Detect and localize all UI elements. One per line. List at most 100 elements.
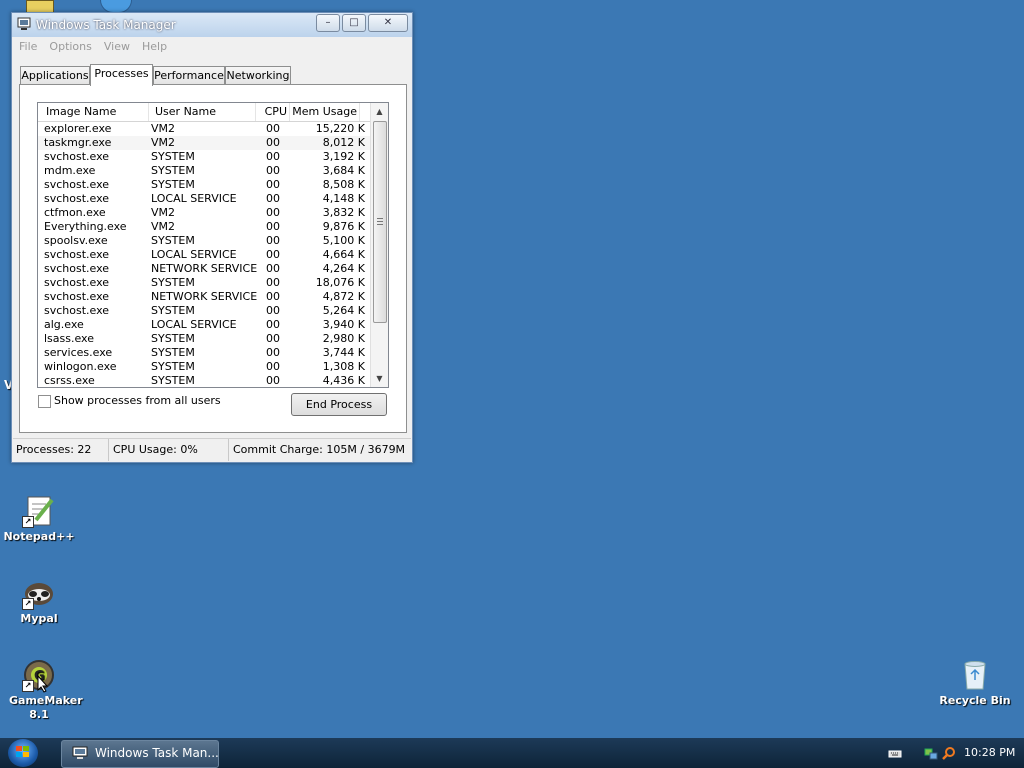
column-cpu[interactable]: CPU: [255, 103, 290, 121]
process-mem-usage: 3,192 K: [322, 150, 365, 163]
table-row[interactable]: services.exe SYSTEM 00 3,744 K: [38, 346, 371, 360]
table-row[interactable]: svchost.exe SYSTEM 00 8,508 K: [38, 178, 371, 192]
process-cpu: 00: [266, 234, 280, 247]
tab-networking[interactable]: Networking: [225, 66, 291, 85]
table-row[interactable]: svchost.exe LOCAL SERVICE 00 4,664 K: [38, 248, 371, 262]
process-mem-usage: 18,076 K: [315, 276, 365, 289]
menu-bar: File Options View Help: [13, 37, 411, 57]
process-cpu: 00: [266, 346, 280, 359]
process-cpu: 00: [266, 304, 280, 317]
show-all-users-label[interactable]: Show processes from all users: [54, 394, 221, 407]
process-user-name: VM2: [151, 206, 176, 219]
desktop-icon-notepadpp[interactable]: ↗ Notepad++: [1, 494, 77, 544]
taskbar-button-task-manager[interactable]: Windows Task Man...: [61, 740, 219, 768]
process-rows: explorer.exe VM2 00 15,220 K taskmgr.exe VM2 0…: [38, 122, 371, 387]
process-mem-usage: 4,264 K: [322, 262, 365, 275]
process-image-name: winlogon.exe: [44, 360, 117, 373]
process-image-name: svchost.exe: [44, 290, 110, 303]
process-user-name: SYSTEM: [151, 374, 195, 387]
process-mem-usage: 9,876 K: [322, 220, 365, 233]
process-user-name: SYSTEM: [151, 346, 195, 359]
process-image-name: ctfmon.exe: [44, 206, 106, 219]
process-cpu: 00: [266, 150, 280, 163]
process-mem-usage: 4,664 K: [322, 248, 365, 261]
table-row[interactable]: mdm.exe SYSTEM 00 3,684 K: [38, 164, 371, 178]
process-image-name: Everything.exe: [44, 220, 127, 233]
table-row[interactable]: svchost.exe SYSTEM 00 18,076 K: [38, 276, 371, 290]
desktop-icon-recycle-bin[interactable]: Recycle Bin: [937, 658, 1013, 708]
scrollbar-thumb[interactable]: [373, 121, 387, 323]
process-cpu: 00: [266, 332, 280, 345]
process-mem-usage: 5,100 K: [322, 234, 365, 247]
desktop-icon-mypal[interactable]: ↗ Mypal: [1, 576, 77, 626]
column-user-name[interactable]: User Name: [148, 103, 256, 121]
tab-performance[interactable]: Performance: [153, 66, 225, 85]
process-user-name: LOCAL SERVICE: [151, 248, 237, 261]
table-row[interactable]: svchost.exe SYSTEM 00 5,264 K: [38, 304, 371, 318]
shortcut-arrow-icon: ↗: [22, 598, 34, 610]
process-mem-usage: 3,832 K: [322, 206, 365, 219]
process-user-name: SYSTEM: [151, 234, 195, 247]
end-process-button[interactable]: End Process: [291, 393, 387, 416]
status-bar: Processes: 22 CPU Usage: 0% Commit Charg…: [13, 438, 411, 461]
process-mem-usage: 1,308 K: [322, 360, 365, 373]
window-title: Windows Task Manager: [36, 18, 176, 32]
table-row[interactable]: Everything.exe VM2 00 9,876 K: [38, 220, 371, 234]
tab-processes[interactable]: Processes: [90, 64, 153, 86]
tab-applications[interactable]: Applications: [20, 66, 90, 85]
menu-file[interactable]: File: [13, 37, 43, 53]
scroll-down-arrow-icon[interactable]: ▼: [371, 370, 388, 387]
process-image-name: lsass.exe: [44, 332, 94, 345]
table-row[interactable]: lsass.exe SYSTEM 00 2,980 K: [38, 332, 371, 346]
process-user-name: SYSTEM: [151, 150, 195, 163]
maximize-button[interactable]: □: [342, 14, 366, 32]
process-user-name: NETWORK SERVICE: [151, 262, 258, 275]
table-row[interactable]: taskmgr.exe VM2 00 8,012 K: [38, 136, 371, 150]
process-list-scrollbar[interactable]: ▲ ▼: [370, 103, 388, 387]
close-button[interactable]: ✕: [368, 14, 408, 32]
process-user-name: NETWORK SERVICE: [151, 290, 258, 303]
process-mem-usage: 3,684 K: [322, 164, 365, 177]
table-row[interactable]: explorer.exe VM2 00 15,220 K: [38, 122, 371, 136]
network-icon[interactable]: [924, 746, 938, 760]
start-button[interactable]: [8, 739, 38, 767]
table-row[interactable]: csrss.exe SYSTEM 00 4,436 K: [38, 374, 371, 387]
status-cpu-usage: CPU Usage: 0%: [110, 439, 229, 461]
title-bar[interactable]: Windows Task Manager – □ ✕: [12, 13, 412, 37]
table-row[interactable]: svchost.exe NETWORK SERVICE 00 4,872 K: [38, 290, 371, 304]
minimize-button[interactable]: –: [316, 14, 340, 32]
process-image-name: svchost.exe: [44, 178, 110, 191]
desktop-icon-label: Recycle Bin: [939, 694, 1011, 707]
taskbar-clock[interactable]: 10:28 PM: [964, 746, 1015, 759]
table-row[interactable]: winlogon.exe SYSTEM 00 1,308 K: [38, 360, 371, 374]
menu-help[interactable]: Help: [136, 37, 173, 53]
process-image-name: svchost.exe: [44, 192, 110, 205]
process-list[interactable]: Image Name User Name CPU Mem Usage explo…: [37, 102, 389, 388]
process-cpu: 00: [266, 374, 280, 387]
table-row[interactable]: spoolsv.exe SYSTEM 00 5,100 K: [38, 234, 371, 248]
process-cpu: 00: [266, 276, 280, 289]
column-image-name[interactable]: Image Name: [38, 103, 149, 121]
search-icon[interactable]: [942, 746, 956, 760]
table-row[interactable]: svchost.exe LOCAL SERVICE 00 4,148 K: [38, 192, 371, 206]
mouse-cursor-icon: [37, 674, 49, 696]
column-mem-usage[interactable]: Mem Usage: [289, 103, 360, 121]
table-row[interactable]: svchost.exe SYSTEM 00 3,192 K: [38, 150, 371, 164]
process-user-name: SYSTEM: [151, 304, 195, 317]
table-row[interactable]: ctfmon.exe VM2 00 3,832 K: [38, 206, 371, 220]
process-cpu: 00: [266, 360, 280, 373]
table-row[interactable]: svchost.exe NETWORK SERVICE 00 4,264 K: [38, 262, 371, 276]
scroll-up-arrow-icon[interactable]: ▲: [371, 103, 388, 120]
process-mem-usage: 2,980 K: [322, 332, 365, 345]
process-image-name: spoolsv.exe: [44, 234, 108, 247]
task-manager-icon: [72, 746, 88, 759]
keyboard-icon[interactable]: [888, 746, 902, 760]
checkbox-box[interactable]: [38, 395, 51, 408]
menu-options[interactable]: Options: [43, 37, 97, 53]
task-manager-window[interactable]: Windows Task Manager – □ ✕ File Options Vi…: [11, 12, 413, 463]
process-user-name: LOCAL SERVICE: [151, 192, 237, 205]
table-row[interactable]: alg.exe LOCAL SERVICE 00 3,940 K: [38, 318, 371, 332]
process-mem-usage: 8,508 K: [322, 178, 365, 191]
process-image-name: alg.exe: [44, 318, 84, 331]
menu-view[interactable]: View: [98, 37, 136, 53]
